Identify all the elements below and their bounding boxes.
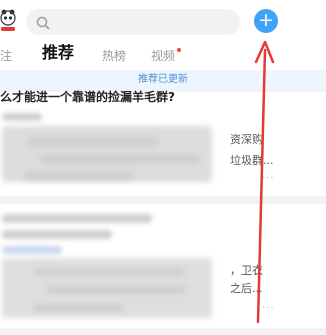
tab-recommend[interactable]: 推荐 xyxy=(42,41,74,65)
screen: + 注 推荐 热榜 视频 推荐已更新 么才能进一个靠谱的捡漏羊毛群? 资深购 垃… xyxy=(0,0,326,335)
tab-bar: 注 推荐 热榜 视频 xyxy=(0,41,326,70)
blurred-title xyxy=(2,214,152,223)
more-button[interactable]: ... xyxy=(262,170,275,181)
refresh-banner: 推荐已更新 xyxy=(0,70,326,90)
tab-follow[interactable]: 注 xyxy=(0,44,12,68)
search-input[interactable] xyxy=(26,9,240,35)
item-snippet: 之后... xyxy=(230,282,263,295)
tab-trending[interactable]: 热榜 xyxy=(102,44,126,68)
blurred-text xyxy=(34,304,124,312)
blurred-title xyxy=(2,230,112,239)
search-icon xyxy=(36,15,50,30)
item-snippet: ，卫衣 xyxy=(230,264,263,277)
blurred-text xyxy=(40,155,200,163)
panda-logo-icon[interactable] xyxy=(0,8,22,34)
item-snippet: 垃圾群... xyxy=(230,154,274,167)
blurred-text xyxy=(34,268,184,276)
feed-headline[interactable]: 么才能进一个靠谱的捡漏羊毛群? xyxy=(0,88,326,105)
add-button[interactable]: + xyxy=(254,9,278,33)
tab-video[interactable]: 视频 xyxy=(151,44,175,68)
item-snippet: 资深购 xyxy=(230,133,263,146)
blurred-text xyxy=(46,286,186,294)
blurred-text xyxy=(24,172,134,180)
blurred-tag xyxy=(2,246,62,254)
blurred-text xyxy=(28,138,158,146)
author-line xyxy=(2,113,42,121)
more-button[interactable]: ... xyxy=(262,300,275,311)
notification-dot xyxy=(177,48,181,52)
top-bar: + xyxy=(0,0,326,44)
plus-icon: + xyxy=(258,9,274,31)
